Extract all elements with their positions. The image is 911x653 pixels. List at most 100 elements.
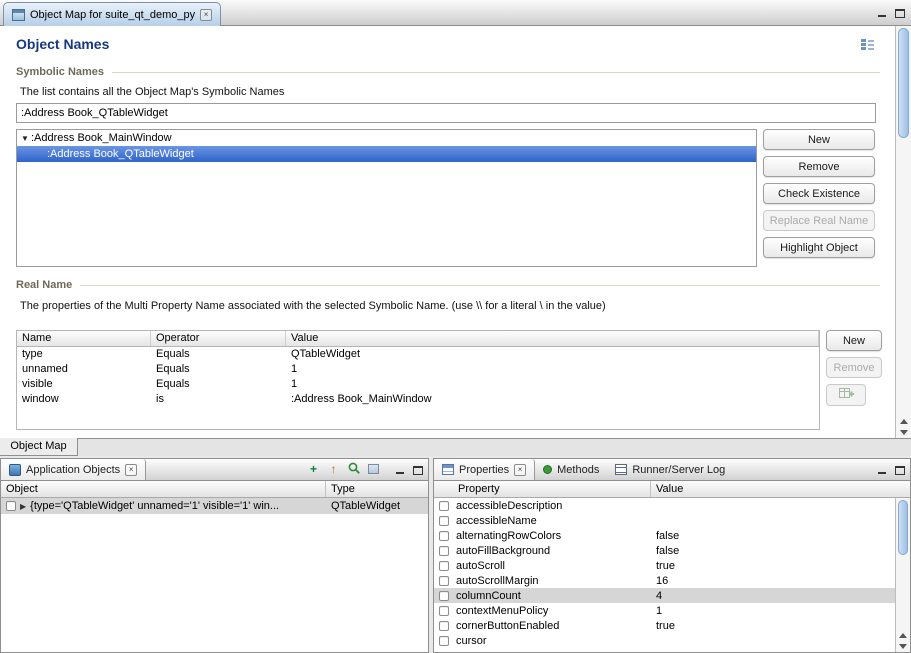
cell-name: unnamed xyxy=(17,362,151,377)
table-row[interactable]: autoScrollMargin 16 xyxy=(434,573,910,588)
table-row[interactable]: cursor xyxy=(434,633,910,648)
scroll-down-icon[interactable] xyxy=(896,641,910,652)
row-checkbox[interactable] xyxy=(439,636,449,646)
table-row[interactable]: autoFillBackground false xyxy=(434,543,910,558)
maximize-icon[interactable] xyxy=(413,466,423,475)
editor-tab-object-map[interactable]: Object Map for suite_qt_demo_py × xyxy=(3,2,221,26)
tab-runner-server-log[interactable]: Runner/Server Log xyxy=(607,459,733,480)
row-checkbox[interactable] xyxy=(439,576,449,586)
symbolic-names-tree[interactable]: ▼:Address Book_MainWindow :Address Book_… xyxy=(16,129,757,267)
column-header-type[interactable]: Type xyxy=(326,481,428,497)
row-checkbox[interactable] xyxy=(439,621,449,631)
close-icon[interactable]: × xyxy=(514,464,526,476)
property-cell: alternatingRowColors xyxy=(456,530,651,542)
application-objects-panel: Application Objects × + ↑ Object xyxy=(0,458,429,653)
row-checkbox[interactable] xyxy=(439,606,449,616)
twistie-collapsed-icon[interactable]: ▶ xyxy=(20,502,26,511)
scrollbar-thumb[interactable] xyxy=(898,500,908,555)
close-icon[interactable]: × xyxy=(125,464,137,476)
cell-value: QTableWidget xyxy=(286,347,819,362)
editor-scrollbar[interactable] xyxy=(895,26,911,438)
minimize-icon[interactable] xyxy=(395,465,405,475)
highlight-object-button[interactable]: Highlight Object xyxy=(763,237,875,258)
application-objects-column-header: Object Type xyxy=(1,481,428,498)
property-cell: autoFillBackground xyxy=(456,545,651,557)
table-row[interactable]: autoScroll true xyxy=(434,558,910,573)
tree-item-qtablewidget[interactable]: :Address Book_QTableWidget xyxy=(17,146,756,162)
column-header-operator[interactable]: Operator xyxy=(151,331,286,346)
cell-value: :Address Book_MainWindow xyxy=(286,392,819,407)
symbolic-names-title: Symbolic Names xyxy=(16,66,104,78)
properties-rows: accessibleDescription accessibleName alt… xyxy=(434,498,910,652)
tab-properties[interactable]: Properties × xyxy=(434,459,535,480)
remove-symbolic-button[interactable]: Remove xyxy=(763,156,875,177)
editor-tabbar: Object Map for suite_qt_demo_py × xyxy=(0,0,911,26)
application-objects-tab-icon xyxy=(9,464,21,476)
pick-object-icon[interactable] xyxy=(345,461,362,478)
maximize-icon[interactable] xyxy=(895,9,905,18)
row-checkbox[interactable] xyxy=(439,561,449,571)
application-objects-tabbar: Application Objects × + ↑ xyxy=(1,459,428,481)
property-cell: autoScrollMargin xyxy=(456,575,651,587)
new-property-button[interactable]: New xyxy=(826,330,882,351)
cell-operator: Equals xyxy=(151,362,286,377)
column-header-value[interactable]: Value xyxy=(286,331,819,346)
panel-window-controls xyxy=(877,465,905,475)
column-header-name[interactable]: Name xyxy=(17,331,151,346)
object-map-tool-icon[interactable] xyxy=(365,461,382,478)
view-menu-icon[interactable] xyxy=(860,38,876,53)
table-row[interactable]: alternatingRowColors false xyxy=(434,528,910,543)
section-separator xyxy=(80,285,880,286)
property-cell: accessibleDescription xyxy=(456,500,651,512)
properties-tabbar: Properties × Methods Runner/Server Log xyxy=(434,459,910,481)
minimize-icon[interactable] xyxy=(877,465,887,475)
scrollbar-thumb[interactable] xyxy=(898,28,909,138)
table-row[interactable]: unnamed Equals 1 xyxy=(17,362,819,377)
row-checkbox[interactable] xyxy=(439,501,449,511)
table-row[interactable]: ▶ {type='QTableWidget' unnamed='1' visib… xyxy=(1,498,428,514)
symbolic-name-input[interactable] xyxy=(16,103,876,123)
row-checkbox[interactable] xyxy=(439,531,449,541)
value-cell: 4 xyxy=(651,590,910,602)
table-row[interactable]: type Equals QTableWidget xyxy=(17,347,819,362)
object-map-editor: Object Names Symbolic Names The list con… xyxy=(0,26,911,438)
value-cell: false xyxy=(651,545,910,557)
editor-window-controls xyxy=(877,8,905,18)
table-row[interactable]: cornerButtonEnabled true xyxy=(434,618,910,633)
column-header-object[interactable]: Object xyxy=(1,481,326,497)
scroll-up-icon[interactable] xyxy=(896,630,910,641)
scroll-down-icon[interactable] xyxy=(896,427,911,438)
maximize-icon[interactable] xyxy=(895,466,905,475)
add-object-icon[interactable]: + xyxy=(305,461,322,478)
table-row[interactable]: contextMenuPolicy 1 xyxy=(434,603,910,618)
real-name-table: Name Operator Value type Equals QTableWi… xyxy=(16,330,820,430)
page-tabs-separator xyxy=(0,438,911,439)
close-icon[interactable]: × xyxy=(200,9,212,21)
column-header-property[interactable]: Property xyxy=(434,481,651,497)
table-row[interactable]: window is :Address Book_MainWindow xyxy=(17,392,819,407)
table-row-selected[interactable]: columnCount 4 xyxy=(434,588,910,603)
parent-object-icon[interactable]: ↑ xyxy=(325,461,342,478)
value-cell: 16 xyxy=(651,575,910,587)
table-row[interactable]: accessibleDescription xyxy=(434,498,910,513)
scroll-up-icon[interactable] xyxy=(896,416,911,427)
cell-name: type xyxy=(17,347,151,362)
minimize-icon[interactable] xyxy=(877,8,887,18)
object-map-page-tab[interactable]: Object Map xyxy=(0,438,78,456)
tab-application-objects[interactable]: Application Objects × xyxy=(1,459,146,480)
table-row[interactable]: accessibleName xyxy=(434,513,910,528)
row-checkbox[interactable] xyxy=(439,516,449,526)
row-checkbox[interactable] xyxy=(439,591,449,601)
check-existence-button[interactable]: Check Existence xyxy=(763,183,875,204)
tree-item-mainwindow[interactable]: ▼:Address Book_MainWindow xyxy=(17,130,756,146)
property-cell: cornerButtonEnabled xyxy=(456,620,651,632)
cell-value: 1 xyxy=(286,377,819,392)
new-symbolic-button[interactable]: New xyxy=(763,129,875,150)
row-checkbox[interactable] xyxy=(439,546,449,556)
table-row[interactable]: visible Equals 1 xyxy=(17,377,819,392)
column-header-value[interactable]: Value xyxy=(651,481,910,497)
tree-expanded-icon[interactable]: ▼ xyxy=(19,131,31,147)
properties-scrollbar[interactable] xyxy=(895,498,910,652)
row-checkbox[interactable] xyxy=(6,501,16,511)
tab-methods[interactable]: Methods xyxy=(535,459,607,480)
